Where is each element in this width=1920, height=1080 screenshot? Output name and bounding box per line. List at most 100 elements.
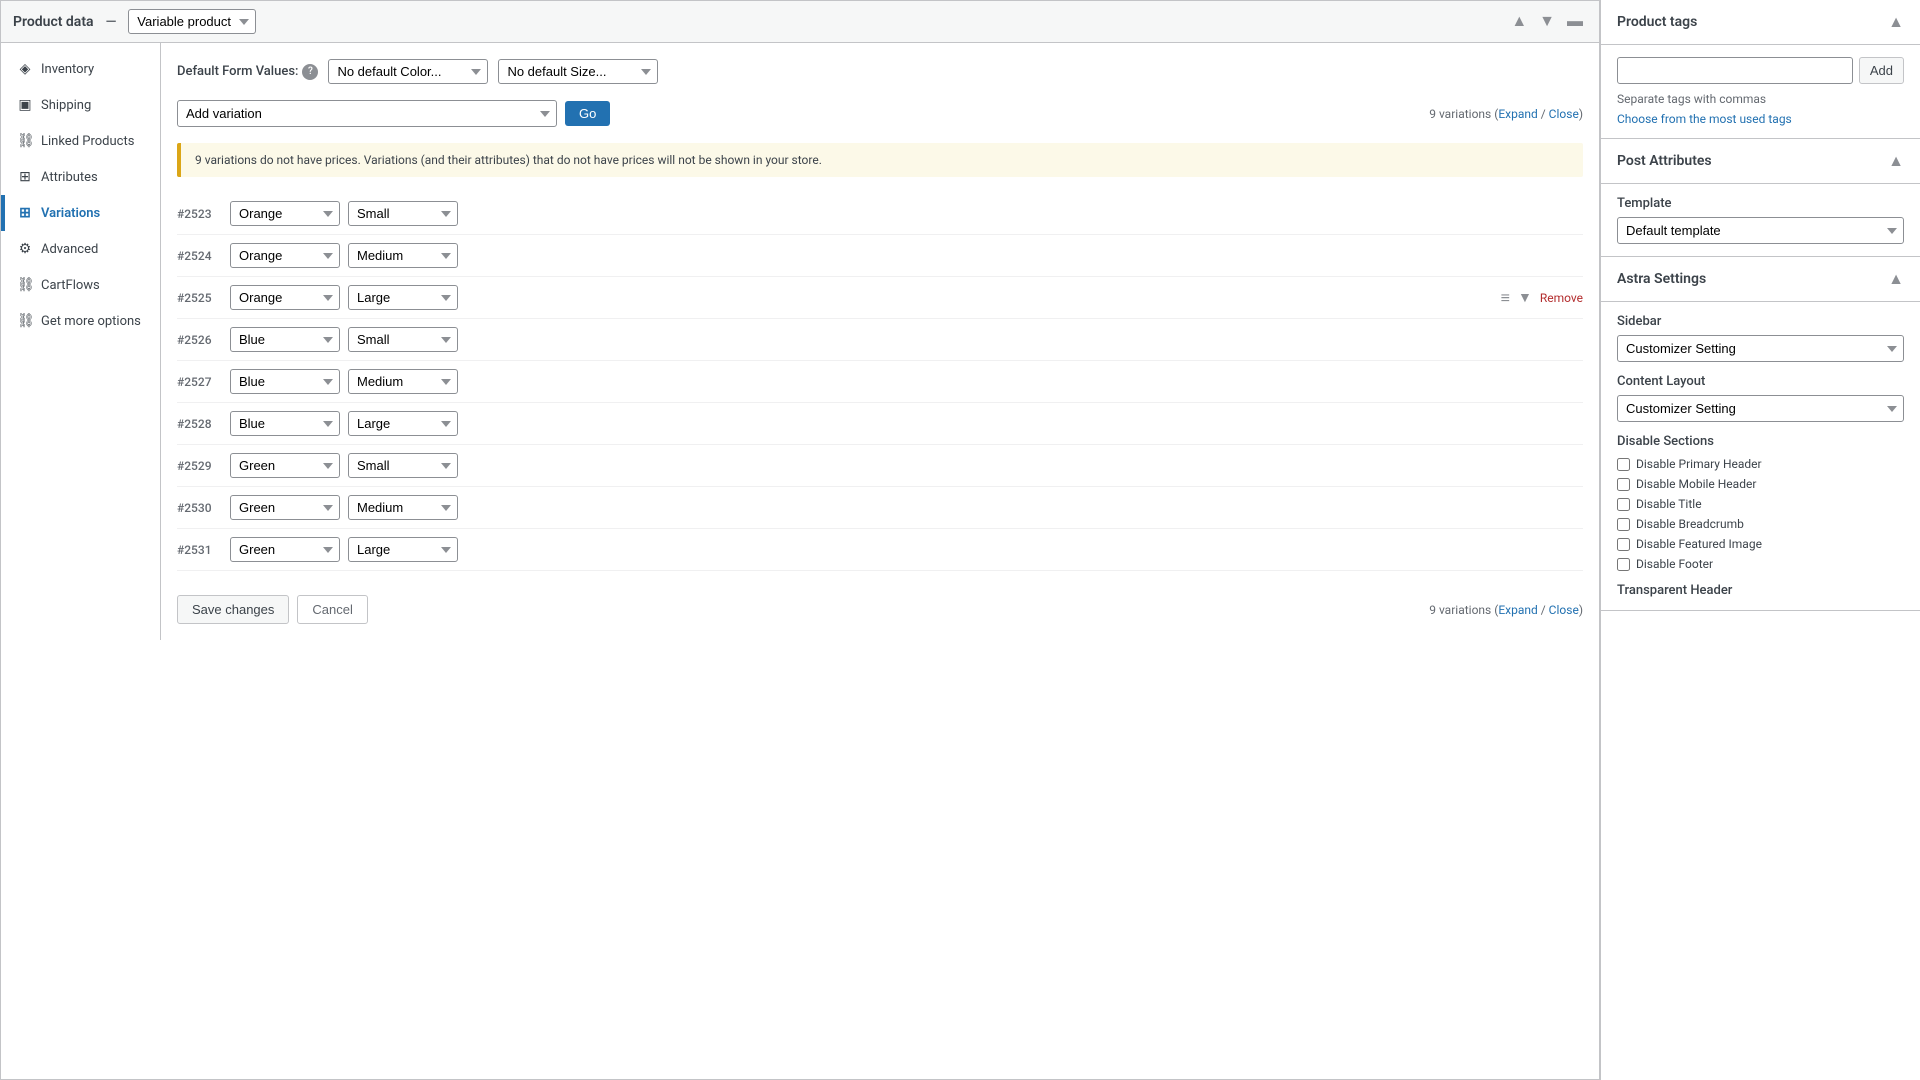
checkbox-disable-featured-image: Disable Featured Image [1617, 537, 1904, 551]
expand-link-top[interactable]: Expand [1498, 107, 1537, 121]
variation-size-2526[interactable]: SmallMediumLarge [348, 327, 458, 352]
cartflows-icon: ⛓ [17, 277, 33, 293]
astra-settings-header[interactable]: Astra Settings ▲ [1601, 257, 1920, 302]
sidebar-item-inventory[interactable]: ◈ Inventory [1, 51, 160, 87]
sidebar-item-shipping[interactable]: ▣ Shipping [1, 87, 160, 123]
variation-row: #2530 OrangeBlueGreen SmallMediumLarge [177, 487, 1583, 529]
disable-mobile-header-checkbox[interactable] [1617, 478, 1630, 491]
product-tags-body: Add Separate tags with commas Choose fro… [1601, 45, 1920, 138]
size-default-select[interactable]: No default Size... Small Medium Large [498, 59, 658, 84]
product-tags-title: Product tags [1617, 14, 1697, 30]
disable-breadcrumb-checkbox[interactable] [1617, 518, 1630, 531]
sidebar-item-linked-products[interactable]: ⛓ Linked Products [1, 123, 160, 159]
disable-title-checkbox[interactable] [1617, 498, 1630, 511]
color-default-select[interactable]: No default Color... Orange Blue Green [328, 59, 488, 84]
variation-row: #2531 OrangeBlueGreen SmallMediumLarge [177, 529, 1583, 571]
collapse-down-btn[interactable]: ▼ [1535, 11, 1559, 33]
sidebar-item-linked-products-label: Linked Products [41, 134, 134, 149]
product-data-panel: Product data — Variable product ▲ ▼ ▬ ◈ … [0, 0, 1600, 1080]
variation-color-2523[interactable]: OrangeBlueGreen [230, 201, 340, 226]
variation-row: #2524 OrangeBlueGreen SmallMediumLarge [177, 235, 1583, 277]
product-tags-header[interactable]: Product tags ▲ [1601, 0, 1920, 45]
get-more-options-icon: ⛓ [17, 313, 33, 329]
expand-link-bottom[interactable]: Expand [1498, 603, 1537, 617]
variation-color-2527[interactable]: OrangeBlueGreen [230, 369, 340, 394]
variation-color-2524[interactable]: OrangeBlueGreen [230, 243, 340, 268]
variation-size-2523[interactable]: SmallMediumLarge [348, 201, 458, 226]
inventory-icon: ◈ [17, 61, 33, 77]
variation-size-2527[interactable]: SmallMediumLarge [348, 369, 458, 394]
product-tags-toggle-icon: ▲ [1888, 12, 1904, 32]
disable-featured-image-label: Disable Featured Image [1636, 537, 1762, 551]
disable-primary-header-checkbox[interactable] [1617, 458, 1630, 471]
drag-icon-2525[interactable]: ≡ [1501, 288, 1510, 308]
post-attributes-header[interactable]: Post Attributes ▲ [1601, 139, 1920, 184]
disable-featured-image-checkbox[interactable] [1617, 538, 1630, 551]
minimize-btn[interactable]: ▬ [1563, 11, 1587, 33]
remove-link-2525[interactable]: Remove [1540, 291, 1583, 305]
panel-body: ◈ Inventory ▣ Shipping ⛓ Linked Products… [1, 43, 1599, 640]
main-wrapper: Product data — Variable product ▲ ▼ ▬ ◈ … [0, 0, 1920, 1080]
variation-size-2531[interactable]: SmallMediumLarge [348, 537, 458, 562]
variation-size-2529[interactable]: SmallMediumLarge [348, 453, 458, 478]
variation-id-2523: #2523 [177, 207, 222, 221]
choose-tags-link[interactable]: Choose from the most used tags [1617, 112, 1904, 126]
tags-input[interactable] [1617, 57, 1853, 84]
variation-color-2530[interactable]: OrangeBlueGreen [230, 495, 340, 520]
variation-id-2530: #2530 [177, 501, 222, 515]
variation-color-2531[interactable]: OrangeBlueGreen [230, 537, 340, 562]
variations-count-bottom: 9 variations (Expand / Close) [1429, 603, 1583, 617]
variation-size-2524[interactable]: SmallMediumLarge [348, 243, 458, 268]
sidebar-item-inventory-label: Inventory [41, 62, 94, 77]
sidebar-select[interactable]: Customizer Setting [1617, 335, 1904, 362]
cancel-button[interactable]: Cancel [297, 595, 367, 624]
template-select[interactable]: Default template [1617, 217, 1904, 244]
product-tags-section: Product tags ▲ Add Separate tags with co… [1601, 0, 1920, 139]
variations-icon: ⊞ [17, 205, 33, 221]
add-tag-button[interactable]: Add [1859, 57, 1904, 84]
header-icons: ▲ ▼ ▬ [1507, 11, 1587, 33]
post-attributes-section: Post Attributes ▲ Template Default templ… [1601, 139, 1920, 257]
close-link-bottom[interactable]: Close [1549, 603, 1579, 617]
advanced-icon: ⚙ [17, 241, 33, 257]
sidebar-field-label: Sidebar [1617, 314, 1904, 329]
sidebar-item-advanced-label: Advanced [41, 242, 98, 257]
variation-size-2530[interactable]: SmallMediumLarge [348, 495, 458, 520]
save-changes-button[interactable]: Save changes [177, 595, 289, 624]
variation-row: #2523 OrangeBlueGreen SmallMediumLarge [177, 193, 1583, 235]
post-attributes-body: Template Default template [1601, 184, 1920, 256]
product-type-select[interactable]: Variable product [128, 9, 256, 34]
help-icon[interactable]: ? [302, 64, 318, 80]
expand-icon-2525[interactable]: ▼ [1518, 289, 1532, 306]
sidebar-item-variations-label: Variations [41, 206, 100, 221]
variation-color-2528[interactable]: OrangeBlueGreen [230, 411, 340, 436]
variation-row: #2529 OrangeBlueGreen SmallMediumLarge [177, 445, 1583, 487]
variation-row: #2528 OrangeBlueGreen SmallMediumLarge [177, 403, 1583, 445]
sidebar-item-get-more-options[interactable]: ⛓ Get more options [1, 303, 160, 339]
variation-color-2525[interactable]: OrangeBlueGreen [230, 285, 340, 310]
close-link-top[interactable]: Close [1549, 107, 1579, 121]
collapse-up-btn[interactable]: ▲ [1507, 11, 1531, 33]
disable-sections-label: Disable Sections [1617, 434, 1904, 449]
variation-id-2527: #2527 [177, 375, 222, 389]
astra-settings-body: Sidebar Customizer Setting Content Layou… [1601, 302, 1920, 610]
sidebar-item-cartflows[interactable]: ⛓ CartFlows [1, 267, 160, 303]
go-button[interactable]: Go [565, 101, 610, 126]
add-variation-select[interactable]: Add variation [177, 100, 557, 127]
variation-color-2529[interactable]: OrangeBlueGreen [230, 453, 340, 478]
tags-hint: Separate tags with commas [1617, 92, 1904, 106]
variation-size-2525[interactable]: SmallMediumLarge [348, 285, 458, 310]
variation-id-2531: #2531 [177, 543, 222, 557]
content-layout-select[interactable]: Customizer Setting [1617, 395, 1904, 422]
sidebar-item-attributes[interactable]: ⊞ Attributes [1, 159, 160, 195]
astra-settings-section: Astra Settings ▲ Sidebar Customizer Sett… [1601, 257, 1920, 611]
side-nav: ◈ Inventory ▣ Shipping ⛓ Linked Products… [1, 43, 161, 640]
product-data-title: Product data — Variable product [13, 9, 256, 34]
variation-size-2528[interactable]: SmallMediumLarge [348, 411, 458, 436]
sidebar-item-variations[interactable]: ⊞ Variations [1, 195, 160, 231]
sidebar-item-advanced[interactable]: ⚙ Advanced [1, 231, 160, 267]
variation-color-2526[interactable]: OrangeBlueGreen [230, 327, 340, 352]
sidebar-item-attributes-label: Attributes [41, 170, 98, 185]
disable-footer-checkbox[interactable] [1617, 558, 1630, 571]
warning-message: 9 variations do not have prices. Variati… [195, 153, 822, 167]
